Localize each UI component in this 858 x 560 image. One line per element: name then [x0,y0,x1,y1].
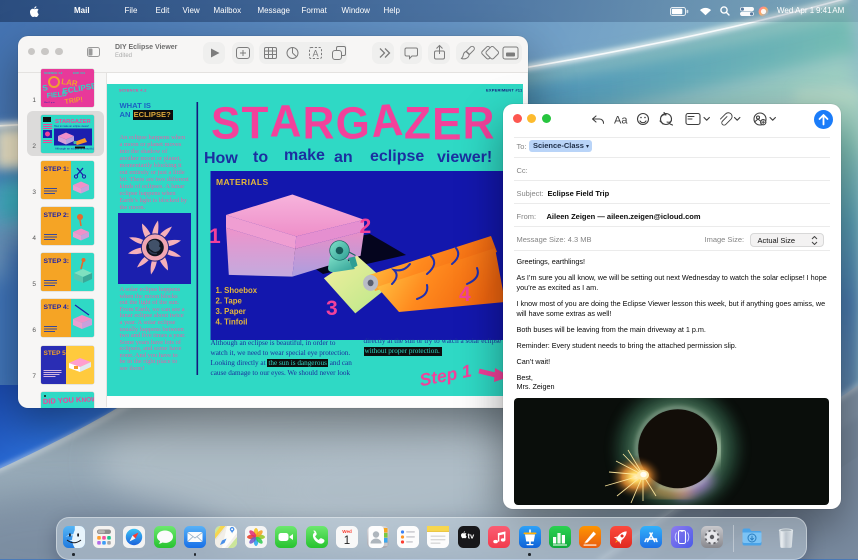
svg-text:2: 2 [360,215,372,238]
svg-text:4. Tinfoil: 4. Tinfoil [216,318,248,327]
svg-text:STEP 5:: STEP 5: [44,350,68,357]
svg-text:1: 1 [209,225,221,248]
svg-text:1: 1 [344,535,350,547]
svg-text:2. Tape: 2. Tape [216,297,243,306]
svg-text:3: 3 [326,297,338,320]
svg-text:SCIENCE 4.2: SCIENCE 4.2 [44,71,63,75]
svg-text:Although an eclipse is beautif: Although an eclipse is beautiful, in ord… [55,146,94,150]
svg-text:EXPERIMENT #11: EXPERIMENT #11 [486,88,523,93]
svg-text:Wed 1 p.m.: Wed 1 p.m. [44,102,56,104]
svg-text:EXP. #11: EXP. #11 [73,71,85,75]
svg-text:STEP 2:: STEP 2: [44,212,70,219]
svg-text:3. Paper: 3. Paper [216,307,246,316]
svg-text:STEP 3:: STEP 3: [44,258,70,265]
svg-text:tv: tv [467,531,474,540]
svg-text:TRIP!: TRIP! [64,96,83,105]
svg-text:How to make an eclipse viewer!: How to make an eclipse viewer! [54,125,89,128]
svg-text:Aa: Aa [614,115,628,127]
svg-text:A: A [313,49,319,59]
svg-text:1. Shoebox: 1. Shoebox [216,286,258,295]
svg-text:Wed: Wed [342,529,352,534]
svg-text:MATERIALS: MATERIALS [216,177,269,187]
svg-text:STEP 4:: STEP 4: [44,304,70,311]
svg-text:DID YOU KNOW?: DID YOU KNOW? [43,394,94,406]
svg-text:S: S [42,82,50,92]
svg-text:4: 4 [459,283,471,306]
svg-text:SCIENCE 4.2: SCIENCE 4.2 [119,88,147,93]
svg-text:Step 1: Step 1 [418,360,473,390]
svg-text:STEP 1:: STEP 1: [44,166,70,173]
